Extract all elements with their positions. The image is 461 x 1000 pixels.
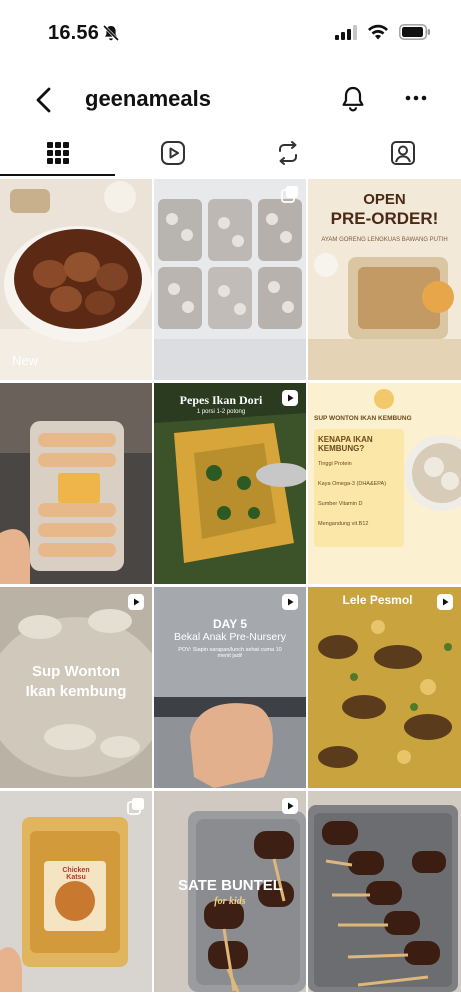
system-icons — [335, 24, 431, 40]
post-caption: 1 porsi 1-2 potong — [196, 409, 246, 415]
post-title: SUP WONTON IKAN KEMBUNG — [314, 415, 412, 422]
reel-icon — [282, 594, 298, 610]
post-tile[interactable]: Chicken Katsu — [0, 791, 152, 992]
post-point: Kaya Omega-3 (DHA&EPA) — [318, 481, 387, 487]
wifi-icon — [368, 24, 388, 40]
reel-icon — [128, 594, 144, 610]
post-image — [154, 179, 306, 380]
reels-icon — [160, 141, 185, 165]
tagged-person-icon — [390, 141, 415, 165]
post-caption: AYAM GORENG LENGKUAS BAWANG PUTIH — [321, 237, 448, 243]
posts-grid: New OPEN PRE-ORDER! AYAM GORENG LENGKUAS… — [0, 179, 461, 992]
post-title: Pepes Ikan Dori — [179, 393, 263, 407]
post-tile[interactable]: SATE BUNTEL for kids — [154, 791, 306, 992]
post-tile[interactable]: Pepes Ikan Dori 1 porsi 1-2 potong — [154, 383, 306, 584]
post-title: Lele Pesmol — [342, 593, 413, 607]
post-tile[interactable]: Lele Pesmol — [308, 587, 461, 788]
post-subtitle: for kids — [214, 896, 246, 907]
post-tile[interactable] — [0, 383, 152, 584]
grid-icon — [46, 142, 69, 164]
post-subtitle: Bekal Anak Pre-Nursery — [173, 631, 287, 643]
post-image — [308, 791, 461, 992]
post-point: Mengandung vit.B12 — [318, 521, 369, 527]
bell-slash-icon — [102, 24, 120, 42]
tab-reposts[interactable] — [230, 130, 345, 176]
post-image — [308, 587, 461, 788]
post-tile[interactable] — [308, 791, 461, 992]
profile-header: geenameals — [0, 72, 461, 128]
post-subtitle: PRE-ORDER! — [330, 209, 439, 228]
post-title: DAY 5 — [212, 617, 248, 631]
new-post-label: New — [12, 353, 39, 368]
carousel-icon — [127, 798, 144, 815]
post-subtitle: Ikan kembung — [25, 683, 127, 700]
more-options-icon[interactable] — [404, 86, 428, 110]
post-point: Tinggi Protein — [318, 461, 352, 467]
profile-username: geenameals — [85, 86, 211, 111]
post-label: Chicken Katsu — [62, 867, 90, 881]
post-title: Sup Wonton — [31, 663, 121, 680]
status-bar: 16.56 — [0, 0, 461, 68]
battery-icon — [399, 24, 430, 40]
post-tile[interactable]: DAY 5 Bekal Anak Pre-Nursery POV: Siapin… — [154, 587, 306, 788]
notification-bell-icon[interactable] — [340, 85, 366, 113]
post-tile[interactable]: SUP WONTON IKAN KEMBUNG KENAPA IKAN KEMB… — [308, 383, 461, 584]
post-image — [0, 179, 152, 380]
post-heading: KENAPA IKAN KEMBUNG? — [318, 435, 373, 453]
cellular-signal-icon — [335, 24, 357, 40]
post-tile[interactable]: OPEN PRE-ORDER! AYAM GORENG LENGKUAS BAW… — [308, 179, 461, 380]
post-title: OPEN — [363, 191, 406, 208]
post-tile[interactable]: Sup Wonton Ikan kembung — [0, 587, 152, 788]
post-title: SATE BUNTEL — [178, 877, 282, 894]
profile-tabs — [0, 130, 461, 178]
tab-tagged[interactable] — [345, 130, 460, 176]
reel-icon — [282, 798, 298, 814]
status-time: 16.56 — [48, 22, 100, 44]
back-arrow-icon[interactable] — [30, 84, 60, 116]
post-tile[interactable]: New — [0, 179, 152, 380]
post-caption: POV: Siapin sarapan/lunch sehat cuma 10 … — [178, 647, 282, 659]
repost-icon — [278, 141, 297, 165]
reel-icon — [437, 594, 453, 610]
post-image — [0, 791, 152, 992]
tab-posts-grid[interactable] — [0, 130, 115, 176]
carousel-icon — [281, 186, 298, 203]
post-image — [0, 383, 152, 584]
tab-reels[interactable] — [115, 130, 230, 176]
post-point: Sumber Vitamin D — [318, 501, 363, 507]
reel-icon — [282, 390, 298, 406]
post-tile[interactable] — [154, 179, 306, 380]
